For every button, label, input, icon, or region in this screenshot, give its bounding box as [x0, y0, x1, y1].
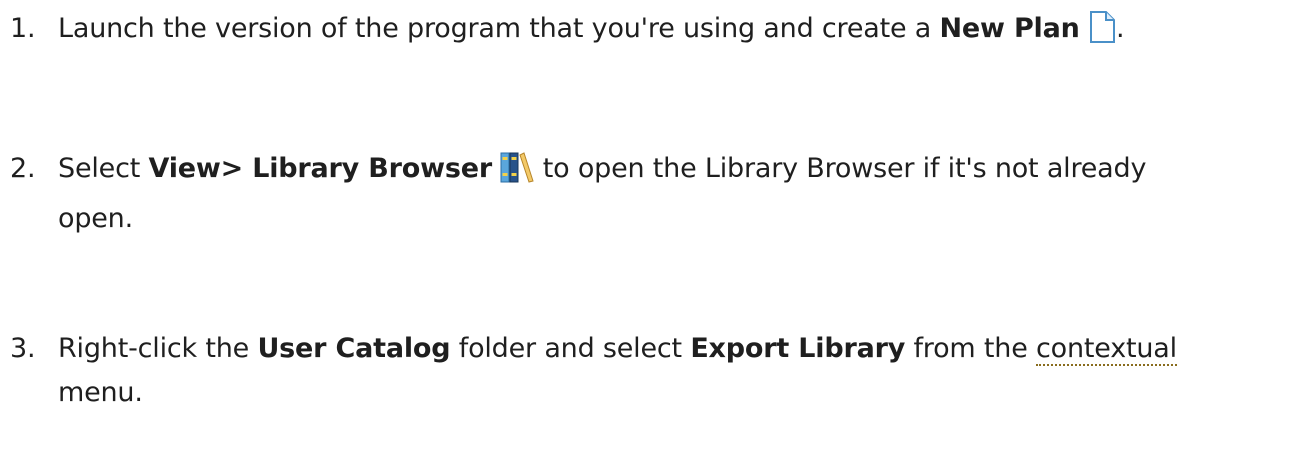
- new-plan-label: New Plan: [939, 13, 1080, 44]
- step-text: Launch the version of the program that y…: [58, 13, 940, 44]
- step-3: 3. Right-click the User Catalog folder a…: [10, 327, 1300, 408]
- step-1: 1. Launch the version of the program tha…: [10, 7, 1300, 51]
- step-number: 3.: [10, 333, 36, 364]
- step-number: 1.: [10, 13, 36, 44]
- export-library-label: Export Library: [690, 333, 906, 364]
- step-text-end: .: [1116, 13, 1125, 44]
- step-text: to open the Library Browser if it's not …: [534, 153, 1147, 184]
- instruction-steps: 1. Launch the version of the program tha…: [0, 0, 1305, 466]
- new-plan-icon: [1088, 11, 1116, 57]
- step-text: Right-click the: [58, 333, 258, 364]
- step-text: folder and select: [450, 333, 691, 364]
- step-text-continued: open.: [58, 203, 133, 234]
- library-browser-icon: [500, 151, 534, 197]
- step-2: 2. Select View> Library Browser to open …: [10, 147, 1300, 234]
- step-2-body: Select View> Library Browser to open the…: [58, 147, 1298, 241]
- step-text-continued: menu.: [58, 377, 143, 408]
- step-text: from the: [905, 333, 1037, 364]
- step-3-body: Right-click the User Catalog folder and …: [58, 327, 1298, 415]
- contextual-glossary-link[interactable]: contextual: [1036, 333, 1177, 366]
- step-1-body: Launch the version of the program that y…: [58, 7, 1298, 57]
- step-text: Select: [58, 153, 149, 184]
- step-number: 2.: [10, 153, 36, 184]
- library-browser-books-icon: [500, 152, 534, 183]
- new-plan-document-icon: [1090, 11, 1116, 43]
- user-catalog-label: User Catalog: [257, 333, 451, 364]
- view-library-browser-label: View> Library Browser: [148, 153, 492, 184]
